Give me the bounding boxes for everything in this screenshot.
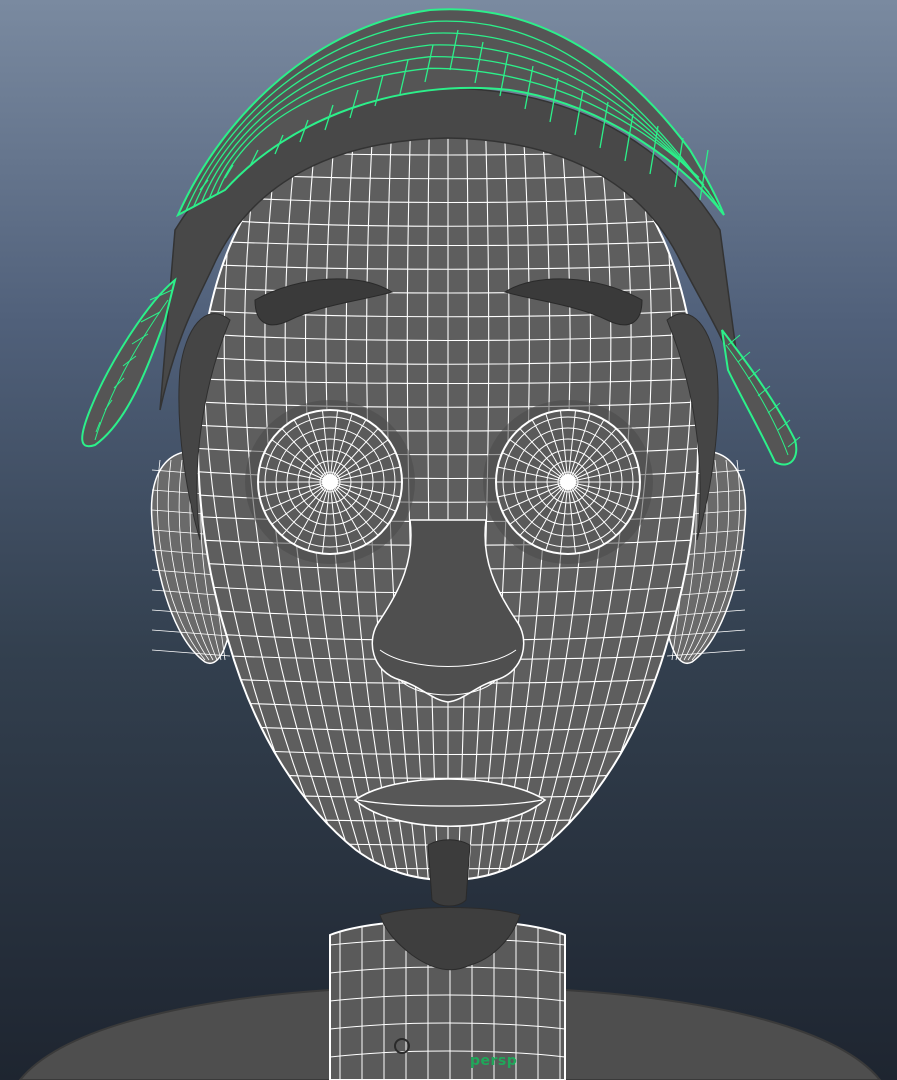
right-pupil-highlight — [560, 474, 576, 490]
left-pupil-highlight — [322, 474, 338, 490]
character-head-model[interactable] — [0, 0, 897, 1080]
camera-name-label: persp — [470, 1053, 518, 1069]
maya-perspective-viewport[interactable]: persp — [0, 0, 897, 1080]
goatee-mesh — [427, 839, 471, 907]
bandana-right-tail[interactable] — [721, 329, 798, 466]
